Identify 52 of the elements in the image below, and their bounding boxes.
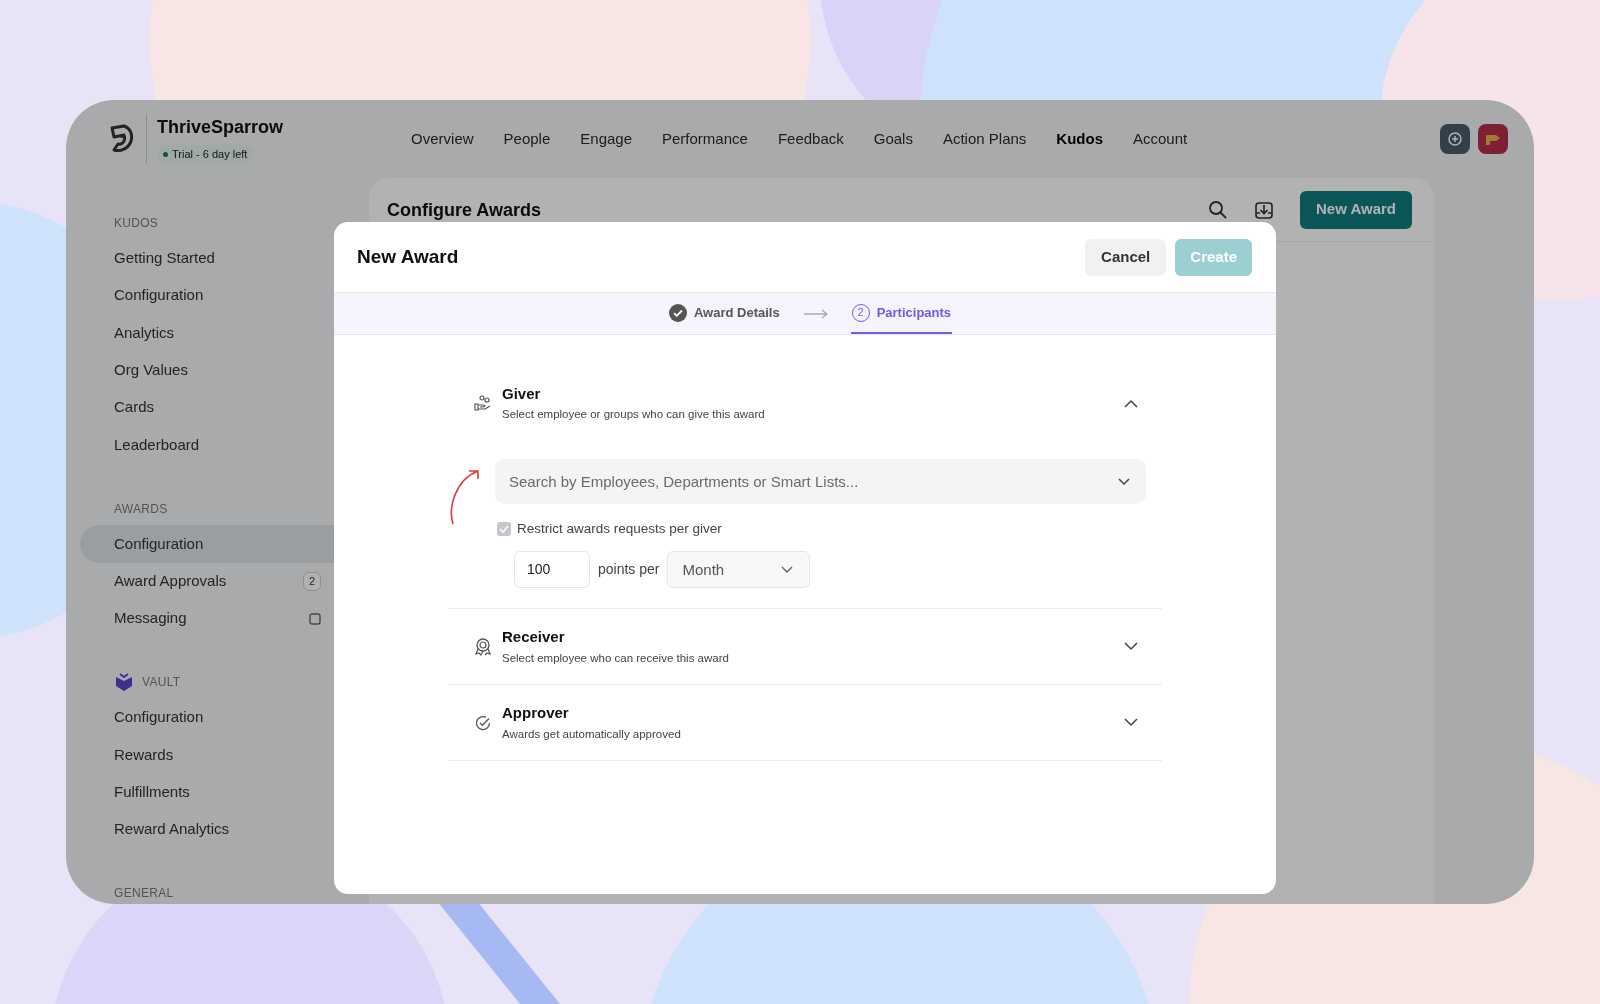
section-title: Giver <box>502 383 542 404</box>
download-icon[interactable] <box>1253 199 1274 220</box>
section-title: Approver <box>502 703 570 724</box>
section-heading: GENERAL <box>114 885 174 903</box>
modal-title: New Award <box>357 244 459 269</box>
section-title: Receiver <box>502 627 566 648</box>
count-badge: 2 <box>302 572 321 591</box>
nav-link[interactable]: Goals <box>873 127 913 151</box>
checkbox-label: Restrict awards requests per giver <box>517 520 722 538</box>
sidebar-item[interactable]: Messaging <box>80 600 361 638</box>
nav-link[interactable]: Overview <box>411 127 474 151</box>
medal-icon <box>474 636 492 657</box>
chevron-icon[interactable] <box>1124 398 1138 408</box>
nav-link[interactable]: Kudos <box>1056 127 1103 151</box>
step-tab[interactable]: 2 Participants <box>850 293 953 334</box>
page-title: Configure Awards <box>387 200 542 219</box>
check-circle-icon <box>475 714 491 731</box>
section-heading: AWARDS <box>114 500 168 518</box>
section-heading: VAULT <box>142 674 181 692</box>
sidebar-item[interactable]: Award Approvals 2 <box>80 562 361 600</box>
section-subtitle: Select employee or groups who can give this award <box>502 407 765 423</box>
points-input[interactable]: 100 <box>514 551 590 589</box>
section-heading: KUDOS <box>114 214 159 232</box>
new-award-button[interactable]: New Award <box>1299 190 1412 229</box>
nav-link[interactable]: Action Plans <box>942 127 1027 151</box>
vault-icon <box>114 672 134 693</box>
chevron-icon[interactable] <box>1124 718 1138 728</box>
nav-link[interactable]: People <box>503 127 551 151</box>
nav-link[interactable]: Engage <box>580 127 632 151</box>
chevron-icon[interactable] <box>1124 642 1138 652</box>
search-icon[interactable] <box>1207 199 1228 220</box>
chevron-icon <box>781 565 794 574</box>
arrow-icon <box>802 308 829 319</box>
section-subtitle: Select employee who can receive this award <box>502 650 729 666</box>
brand-name: ThriveSparrow <box>157 116 284 140</box>
step-tab[interactable]: Award Details <box>667 293 781 334</box>
period-select[interactable]: Month <box>667 551 811 589</box>
check-circle-icon <box>668 303 687 322</box>
section-subtitle: Awards get automatically approved <box>502 726 681 742</box>
nav-link[interactable]: Account <box>1133 127 1188 151</box>
cancel-button[interactable]: Cancel <box>1085 238 1167 276</box>
user-avatar[interactable] <box>1478 124 1508 154</box>
hand-coins-icon <box>474 394 492 412</box>
chevron-icon[interactable] <box>1118 478 1130 486</box>
nav-link[interactable]: Feedback <box>777 127 844 151</box>
logo-icon <box>108 124 134 154</box>
trial-badge: Trial - 6 day left <box>157 145 254 164</box>
curved-arrow <box>449 468 481 526</box>
support-icon[interactable] <box>1440 124 1470 154</box>
nav-link[interactable]: Performance <box>662 127 748 151</box>
search-field[interactable]: Search by Employees, Departments or Smart Lists... <box>495 459 1146 504</box>
points-label: points per <box>598 560 660 580</box>
